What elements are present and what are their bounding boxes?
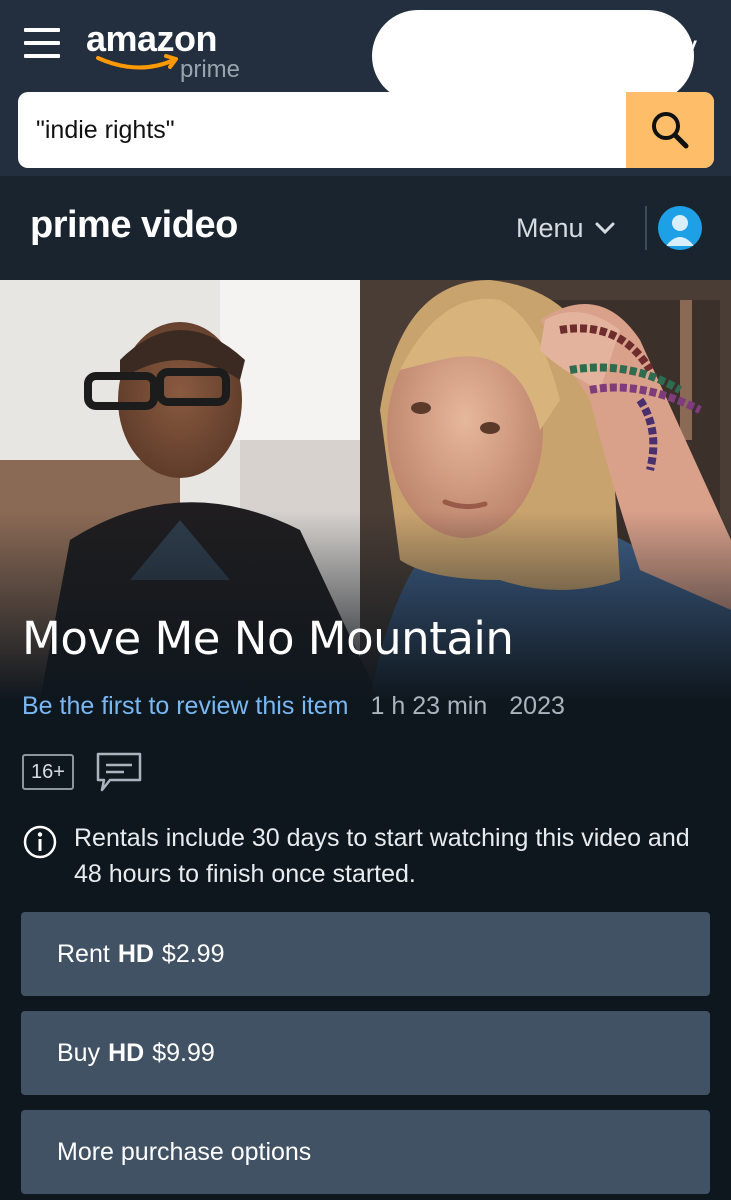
hamburger-icon[interactable] — [24, 26, 62, 60]
buy-label: Buy — [57, 1038, 101, 1067]
more-purchase-options-button[interactable]: More purchase options — [21, 1110, 710, 1194]
buy-price: $9.99 — [152, 1038, 215, 1067]
runtime: 1 h 23 min — [370, 691, 488, 720]
info-icon — [23, 825, 57, 859]
buy-quality: HD — [108, 1038, 145, 1067]
search-icon — [652, 112, 689, 149]
menu-dropdown[interactable]: Menu — [516, 212, 616, 244]
rental-info-text: Rentals include 30 days to start watchin… — [74, 824, 690, 888]
profile-icon[interactable] — [658, 206, 702, 250]
prime-video-nav: prime video Menu — [0, 176, 731, 280]
rent-quality: HD — [117, 939, 154, 968]
nav-divider — [645, 206, 647, 250]
movie-title: Move Me No Mountain — [22, 612, 514, 665]
rent-label: Rent — [57, 939, 110, 968]
amazon-smile-icon — [96, 54, 178, 70]
maturity-rating-badge: 16+ — [22, 754, 74, 790]
search-input[interactable] — [18, 92, 624, 168]
release-year: 2023 — [509, 691, 565, 720]
menu-label: Menu — [516, 212, 584, 243]
badges: 16+ — [22, 752, 144, 792]
more-options-label: More purchase options — [57, 1137, 312, 1166]
prime-video-logo[interactable]: prime video — [30, 204, 238, 247]
redacted-account-area — [372, 10, 694, 102]
amazon-header: amazon prime y — [0, 0, 731, 176]
rent-price: $2.99 — [161, 939, 225, 968]
chevron-down-icon — [595, 222, 615, 235]
movie-meta: Be the first to review this item 1 h 23 … — [22, 690, 565, 722]
buy-hd-button[interactable]: Buy HD $9.99 — [21, 1011, 710, 1095]
search-bar — [18, 92, 714, 168]
rent-hd-button[interactable]: Rent HD $2.99 — [21, 912, 710, 996]
account-text-edge: y — [682, 30, 697, 63]
amazon-prime-logo[interactable]: amazon prime — [84, 14, 254, 84]
subtitles-icon — [96, 752, 142, 792]
search-button[interactable] — [626, 92, 714, 168]
review-link[interactable]: Be the first to review this item — [22, 692, 349, 721]
prime-logo-text: prime — [180, 56, 241, 83]
